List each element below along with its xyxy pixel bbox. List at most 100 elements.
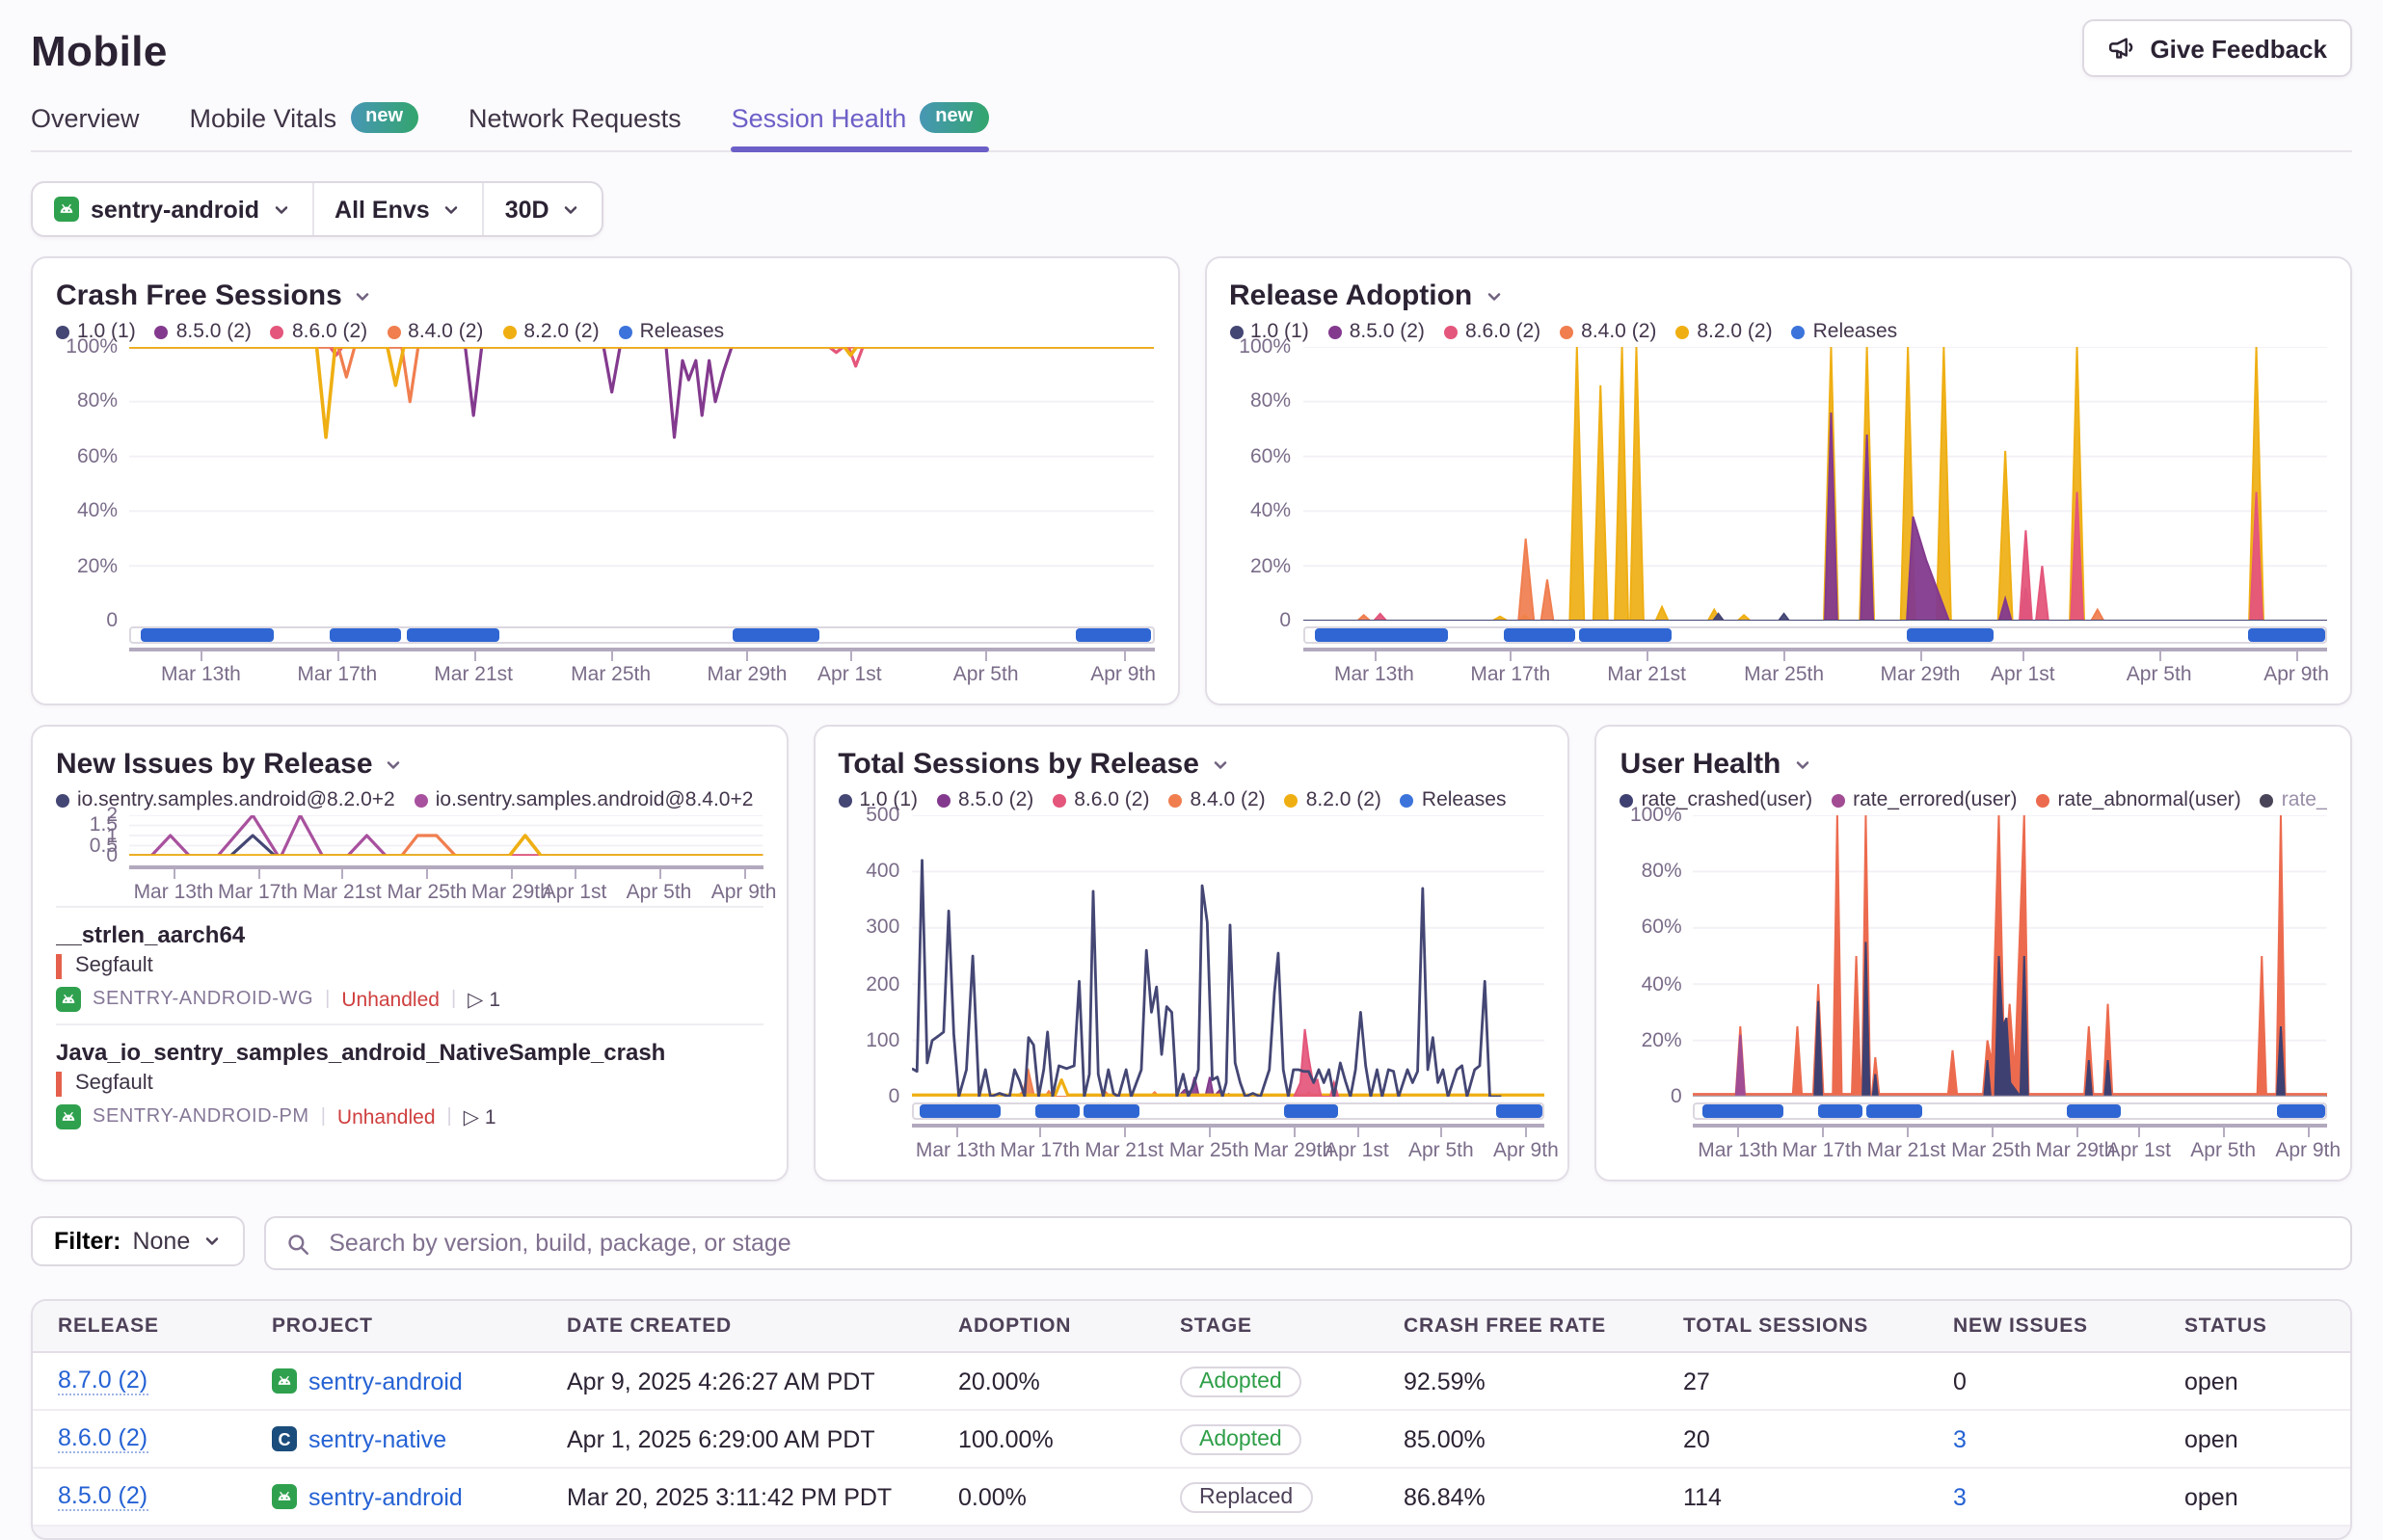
releases-minimap[interactable] [1302,626,2327,644]
legend-item[interactable]: Releases [1401,788,1507,811]
legend-item[interactable]: 8.6.0 (2) [1053,788,1149,811]
y-axis-tick-label: 0 [1671,1085,1682,1108]
project-cell: sentry-android [247,1483,542,1510]
new-issues-link[interactable]: 3 [1953,1483,1967,1510]
legend-item[interactable]: 8.2.0 (2) [502,320,599,343]
legend-item[interactable]: 8.4.0 (2) [1168,788,1265,811]
project-filter-dropdown[interactable]: sentry-android [33,183,311,235]
tab-label: Mobile Vitals [190,103,337,132]
date-created-cell: Apr 1, 2025 6:29:00 AM PDT [542,1425,933,1452]
column-header: PROJECT [247,1314,542,1338]
legend-item[interactable]: 8.4.0 (2) [1560,320,1656,343]
tab-mobile-vitals[interactable]: Mobile Vitalsnew [190,102,419,150]
environment-filter-dropdown[interactable]: All Envs [311,183,482,235]
legend-item[interactable]: 8.5.0 (2) [1328,320,1425,343]
legend-item[interactable]: rate_errored(user) [1832,788,2017,811]
x-axis-tick-label: Apr 5th [953,663,1019,686]
release-span-bar[interactable] [1285,1104,1339,1118]
chevron-down-icon[interactable] [385,755,404,774]
chevron-down-icon[interactable] [1792,755,1811,774]
chart-title: Crash Free Sessions [56,279,342,312]
release-span-bar[interactable] [1818,1104,1862,1118]
issue-item[interactable]: Java_io_sentry_samples_android_NativeSam… [56,1023,763,1141]
releases-minimap[interactable] [129,626,1154,644]
release-version-link[interactable]: 8.6.0 (2) [58,1424,147,1453]
legend-item[interactable]: 8.4.0 (2) [387,320,483,343]
give-feedback-button[interactable]: Give Feedback [2082,19,2352,77]
issue-title[interactable]: Java_io_sentry_samples_android_NativeSam… [56,1039,763,1066]
legend-dot [937,793,951,807]
y-axis-tick-label: 40% [77,499,118,522]
search-box [263,1216,2352,1270]
release-span-bar[interactable] [331,628,402,642]
legend-item[interactable]: Releases [1792,320,1898,343]
y-axis-tick-label: 40% [1250,499,1291,522]
release-span-bar[interactable] [1580,628,1672,642]
release-span-bar[interactable] [2249,628,2325,642]
legend-item[interactable]: 8.6.0 (2) [271,320,367,343]
release-span-bar[interactable] [1315,628,1448,642]
filter-dropdown[interactable]: Filter: None [31,1216,244,1266]
release-span-bar[interactable] [1865,1104,1922,1118]
tab-network-requests[interactable]: Network Requests [469,102,682,150]
legend-item[interactable]: Releases [619,320,725,343]
legend-item[interactable]: rate_abnormal(user) [2037,788,2241,811]
release-span-bar[interactable] [2067,1104,2121,1118]
legend-item[interactable]: 8.5.0 (2) [937,788,1033,811]
release-span-bar[interactable] [1496,1104,1543,1118]
releases-minimap[interactable] [1694,1102,2327,1120]
legend-item[interactable]: 8.2.0 (2) [1675,320,1772,343]
tab-session-health[interactable]: Session Healthnew [732,102,989,150]
date-created-value: Apr 1, 2025 6:29:00 AM PDT [567,1425,875,1452]
release-span-bar[interactable] [142,628,275,642]
issue-title[interactable]: __strlen_aarch64 [56,921,763,948]
chart-body: 5004003002001000Mar 13thMar 17thMar 21st… [838,815,1544,1164]
release-version-link[interactable]: 8.5.0 (2) [58,1482,147,1511]
release-span-bar[interactable] [1504,628,1575,642]
project-link[interactable]: sentry-android [308,1367,463,1394]
search-input[interactable] [325,1228,2331,1259]
release-span-bar[interactable] [1084,1104,1140,1118]
tab-label: Network Requests [469,103,682,132]
project-link[interactable]: sentry-android [308,1483,463,1510]
date-created-cell: Apr 9, 2025 4:26:27 AM PDT [542,1367,933,1394]
release-span-bar[interactable] [1036,1104,1081,1118]
chevron-down-icon[interactable] [1211,755,1230,774]
new-issues-cell: 0 [1928,1367,2159,1394]
new-issues-link[interactable]: 3 [1953,1425,1967,1452]
y-axis-tick-label: 100% [66,335,118,358]
legend-item[interactable]: 8.2.0 (2) [1285,788,1381,811]
new-issues-cell: 3 [1928,1425,2159,1452]
period-filter-dropdown[interactable]: 30D [482,183,602,235]
release-span-bar[interactable] [407,628,498,642]
project-link[interactable]: sentry-native [308,1425,446,1452]
chart-header: User Health [1620,744,2327,784]
release-span-bar[interactable] [734,628,820,642]
chevron-down-icon[interactable] [1484,286,1503,305]
new-issues-list: __strlen_aarch64SegfaultSENTRY-ANDROID-W… [56,906,763,1164]
issue-type: Segfault [56,1072,763,1097]
chevron-down-icon [271,199,290,219]
release-span-bar[interactable] [1701,1104,1783,1118]
chevron-down-icon [442,199,461,219]
x-axis-tick-label: Apr 9th [2263,663,2329,686]
legend-item[interactable]: 8.6.0 (2) [1444,320,1540,343]
release-span-bar[interactable] [1907,628,1994,642]
issue-item[interactable]: __strlen_aarch64SegfaultSENTRY-ANDROID-W… [56,906,763,1023]
legend-dot [1560,325,1573,338]
release-span-bar[interactable] [920,1104,1002,1118]
y-axis-tick-label: 80% [1642,860,1682,883]
release-span-bar[interactable] [1076,628,1152,642]
legend-item[interactable]: io.sentry.samples.android@8.4.0+2 [415,788,754,811]
legend-dot [415,793,428,807]
chevron-down-icon[interactable] [354,286,373,305]
x-axis-tick [2022,651,2024,661]
date-created-value: Mar 20, 2025 3:11:42 PM PDT [567,1483,892,1510]
release-version-link[interactable]: 8.7.0 (2) [58,1367,147,1395]
tab-label: Session Health [732,103,907,132]
releases-minimap[interactable] [911,1102,1544,1120]
legend-item[interactable]: rate_healthy(user) [2261,788,2327,811]
tab-overview[interactable]: Overview [31,102,140,150]
release-span-bar[interactable] [2278,1104,2325,1118]
legend-item[interactable]: 8.5.0 (2) [155,320,252,343]
